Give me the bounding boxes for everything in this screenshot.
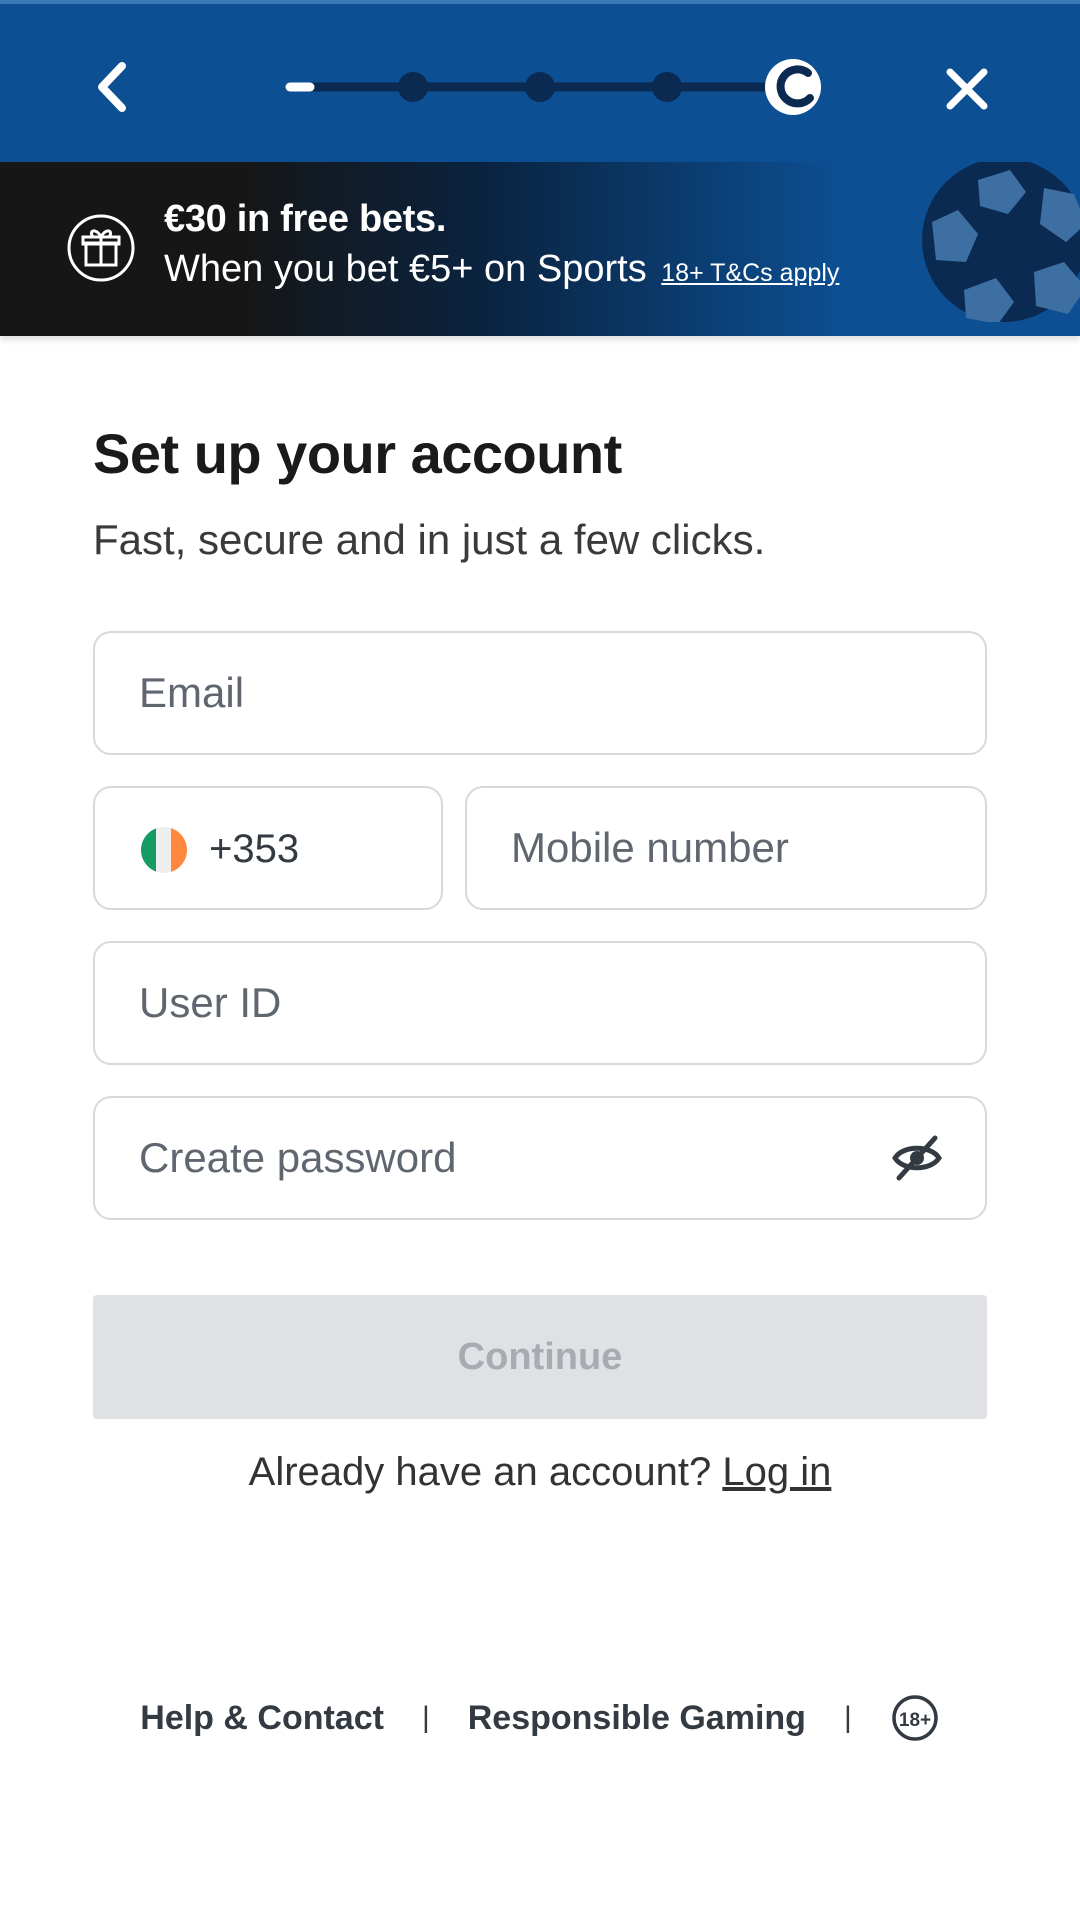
responsible-gaming-link[interactable]: Responsible Gaming: [468, 1699, 806, 1738]
mobile-number-field[interactable]: [467, 788, 985, 908]
eye-off-icon[interactable]: [891, 1132, 943, 1184]
chevron-left-icon: [98, 62, 126, 112]
close-icon: [946, 68, 988, 110]
page-subtitle: Fast, secure and in just a few clicks.: [93, 516, 766, 563]
step-dot: [398, 72, 428, 102]
back-button[interactable]: [88, 54, 138, 120]
user-id-field[interactable]: [95, 943, 985, 1063]
gift-icon: [67, 214, 135, 282]
promo-title: €30 in free bets.: [164, 198, 447, 240]
user-id-field-container: [93, 941, 987, 1065]
signup-page: €30 in free bets. When you bet €5+ on Sp…: [0, 0, 1080, 1920]
password-field[interactable]: [95, 1098, 985, 1218]
password-field-container: [93, 1096, 987, 1220]
email-field[interactable]: [95, 633, 985, 753]
country-code-selector[interactable]: +353: [93, 786, 443, 910]
football-icon: [922, 162, 1080, 322]
progress-stepper: [280, 54, 840, 120]
help-contact-link[interactable]: Help & Contact: [140, 1699, 384, 1738]
terms-link[interactable]: 18+ T&Cs apply: [661, 259, 839, 287]
header-bar: [0, 0, 1080, 162]
age-badge-text: 18+: [899, 1710, 931, 1731]
footer-separator: |: [843, 1701, 852, 1734]
footer-separator: |: [421, 1701, 430, 1734]
step-dot: [525, 72, 555, 102]
promo-banner: €30 in free bets. When you bet €5+ on Sp…: [0, 162, 1080, 336]
ireland-flag-icon: [141, 827, 187, 873]
dial-code: +353: [209, 827, 300, 871]
promo-subtitle-text: When you bet €5+ on Sports: [164, 248, 647, 290]
close-button[interactable]: [940, 62, 994, 116]
coral-logo-icon: [765, 59, 821, 115]
login-prompt-text: Already have an account?: [248, 1450, 712, 1494]
login-link[interactable]: Log in: [722, 1450, 831, 1494]
step-dot: [652, 72, 682, 102]
page-title: Set up your account: [93, 422, 622, 485]
promo-text: €30 in free bets. When you bet €5+ on Sp…: [164, 194, 839, 298]
login-prompt: Already have an account? Log in: [0, 1444, 1080, 1500]
email-field-container: [93, 631, 987, 755]
footer: Help & Contact | Responsible Gaming | 18…: [0, 1688, 1080, 1748]
age-18-plus-icon: 18+: [891, 1695, 938, 1741]
promo-subtitle: When you bet €5+ on Sports 18+ T&Cs appl…: [164, 244, 839, 298]
mobile-field-container: [465, 786, 987, 910]
continue-button[interactable]: Continue: [93, 1295, 987, 1419]
